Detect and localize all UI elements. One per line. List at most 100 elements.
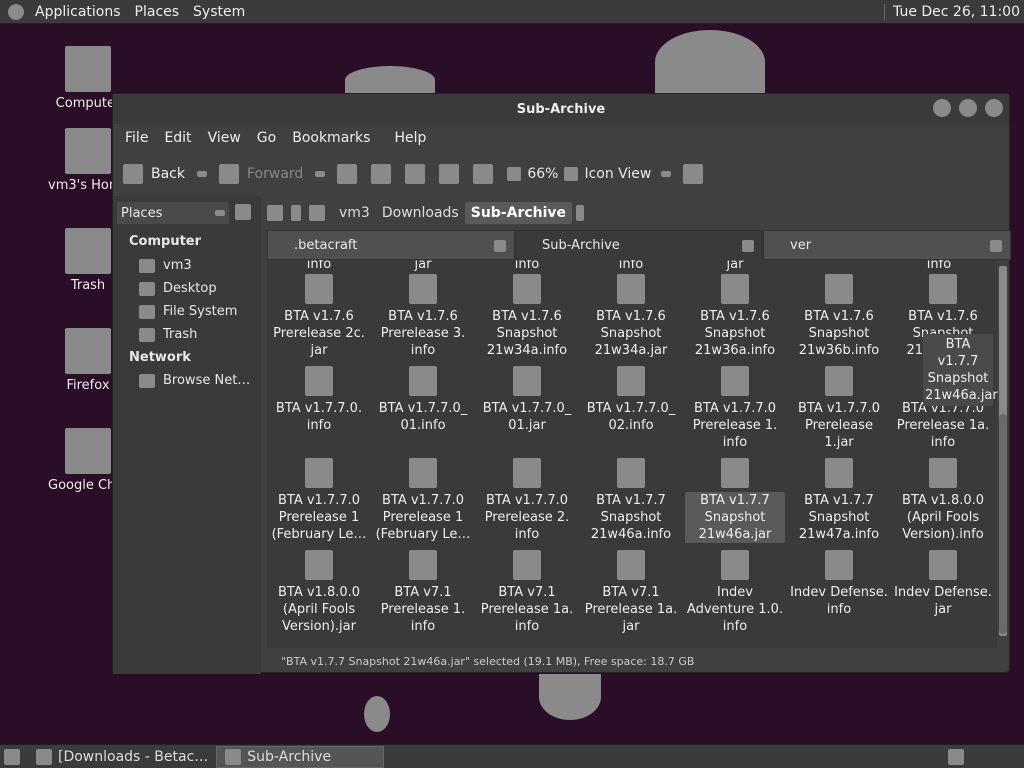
close-tab-icon[interactable]: [990, 240, 1002, 252]
text-file-icon: [617, 366, 645, 396]
breadcrumb-sub-archive[interactable]: Sub-Archive: [464, 202, 573, 224]
file-item[interactable]: Indev Defense. info: [789, 550, 889, 618]
clock[interactable]: Tue Dec 26, 11:00: [893, 4, 1024, 20]
breadcrumb-downloads[interactable]: Downloads: [376, 202, 465, 224]
file-item[interactable]: BTA v1.7.6 Prerelease 2c. jar: [269, 274, 369, 359]
home-icon[interactable]: [439, 164, 460, 184]
file-item[interactable]: Indev Defense. jar: [893, 550, 993, 618]
maximize-icon[interactable]: [959, 99, 977, 117]
file-item[interactable]: BTA v1.7.6 Snapshot 21w34a.info: [477, 274, 577, 359]
file-item[interactable]: BTA v1.7.7.0_ 01.jar: [477, 366, 577, 434]
text-file-icon: [409, 274, 437, 304]
places-dropdown[interactable]: Places: [117, 202, 229, 224]
file-item[interactable]: BTA v7.1 Prerelease 1. info: [373, 550, 473, 635]
zoom-out-icon[interactable]: [507, 167, 522, 181]
menu-go[interactable]: Go: [249, 130, 284, 146]
workspace-switcher-icon[interactable]: [948, 748, 964, 765]
back-arrow-icon[interactable]: [123, 164, 143, 184]
jar-archive-icon: [617, 274, 645, 304]
taskbar-item-sub-archive[interactable]: Sub-Archive: [216, 745, 385, 768]
file-item[interactable]: BTA v1.7.7.0. info: [269, 366, 369, 434]
edit-location-icon[interactable]: [267, 205, 283, 221]
scrollbar-thumb[interactable]: [999, 414, 1007, 634]
partial-file-label: jar: [726, 260, 744, 272]
chevron-right-icon[interactable]: [576, 205, 585, 221]
file-icon-grid: info jar info info jar info BTA v1.7.6 P…: [267, 260, 997, 648]
distro-logo-icon[interactable]: [8, 3, 24, 20]
tab-betacraft[interactable]: .betacraft: [267, 230, 515, 260]
menu-applications[interactable]: Applications: [28, 4, 128, 20]
file-item[interactable]: BTA v1.7.7.0 Prerelease 1 (February Le…: [269, 458, 369, 543]
file-item[interactable]: BTA v1.7.7.0 Prerelease 1 (February Le…: [373, 458, 473, 543]
tab-ver[interactable]: ver: [763, 230, 1011, 260]
file-item[interactable]: BTA v1.7.7.0 Prerelease 1.jar: [789, 366, 889, 451]
back-button[interactable]: Back: [151, 166, 185, 182]
close-tab-icon[interactable]: [742, 240, 754, 252]
chevron-left-icon[interactable]: [291, 205, 301, 221]
menu-system[interactable]: System: [186, 4, 252, 20]
up-arrow-icon[interactable]: [337, 164, 358, 184]
wallpaper-decoration: [655, 30, 765, 94]
text-file-icon: [929, 458, 957, 488]
reload-icon[interactable]: [405, 164, 426, 184]
wallpaper-decoration: [539, 674, 601, 720]
search-icon[interactable]: [683, 164, 704, 184]
menu-view[interactable]: View: [200, 130, 249, 146]
window-titlebar[interactable]: Sub-Archive: [113, 94, 1009, 124]
tab-sub-archive[interactable]: Sub-Archive: [515, 230, 763, 260]
show-desktop-icon[interactable]: [4, 748, 20, 765]
chevron-down-icon[interactable]: [197, 171, 207, 177]
menu-bookmarks[interactable]: Bookmarks: [284, 130, 378, 146]
file-name: Indev Defense. info: [790, 585, 888, 617]
home-folder-icon: [139, 258, 155, 273]
menu-edit[interactable]: Edit: [156, 130, 199, 146]
sidebar-item-browse-network[interactable]: Browse Net…: [139, 373, 250, 388]
computer-icon[interactable]: [473, 164, 494, 184]
menu-places[interactable]: Places: [128, 4, 187, 20]
file-name: BTA v1.7.7 Snapshot 21w47a.info: [798, 493, 880, 542]
text-file-icon: [513, 550, 541, 580]
menu-file[interactable]: File: [117, 130, 156, 146]
file-item[interactable]: BTA v1.7.6 Snapshot 21w36b.info: [789, 274, 889, 359]
file-item[interactable]: BTA v1.7.7 Snapshot 21w46a.jar: [685, 458, 785, 543]
text-file-icon: [305, 366, 333, 396]
jar-archive-icon: [721, 458, 749, 488]
file-item[interactable]: BTA v1.7.7.0_ 01.info: [373, 366, 473, 434]
status-bar: "BTA v1.7.7 Snapshot 21w46a.jar" selecte…: [281, 654, 695, 668]
sidebar-item-trash[interactable]: Trash: [139, 327, 197, 342]
sidebar-item-label: vm3: [163, 258, 192, 273]
file-item[interactable]: BTA v1.7.7.0_ 02.info: [581, 366, 681, 434]
chevron-down-icon: [215, 210, 225, 216]
file-item[interactable]: BTA v1.7.7 Snapshot 21w47a.info: [789, 458, 889, 543]
file-item[interactable]: BTA v1.7.6 Prerelease 3. info: [373, 274, 473, 359]
close-sidebar-icon[interactable]: [235, 204, 251, 220]
file-item[interactable]: BTA v7.1 Prerelease 1a. jar: [581, 550, 681, 635]
file-item[interactable]: BTA v1.8.0.0 (April Fools Version).info: [893, 458, 993, 543]
breadcrumb-vm3[interactable]: vm3: [333, 202, 376, 224]
view-mode-select[interactable]: Icon View: [584, 166, 651, 182]
file-item[interactable]: BTA v1.7.6 Snapshot 21w36a.info: [685, 274, 785, 359]
zoom-in-icon[interactable]: [564, 167, 579, 181]
file-item[interactable]: Indev Adventure 1.0. info: [685, 550, 785, 635]
file-item[interactable]: BTA v1.7.7.0 Prerelease 1. info: [685, 366, 785, 451]
file-item[interactable]: BTA v1.8.0.0 (April Fools Version).jar: [269, 550, 369, 635]
file-name: BTA v1.7.6 Snapshot 21w36a.info: [694, 309, 776, 358]
stop-icon[interactable]: [371, 164, 392, 184]
close-icon[interactable]: [985, 99, 1003, 117]
file-item[interactable]: BTA v1.7.7 Snapshot 21w46a.info: [581, 458, 681, 543]
sidebar-item-vm3[interactable]: vm3: [139, 258, 192, 273]
close-tab-icon[interactable]: [494, 240, 506, 252]
sidebar-item-filesystem[interactable]: File System: [139, 304, 237, 319]
minimize-icon[interactable]: [933, 99, 951, 117]
chevron-down-icon[interactable]: [661, 171, 672, 177]
menu-help[interactable]: Help: [386, 130, 434, 146]
chrome-icon: [65, 428, 111, 474]
window-title: Sub-Archive: [516, 101, 606, 117]
home-folder-icon: [65, 128, 111, 174]
file-item[interactable]: BTA v1.7.7.0 Prerelease 2. info: [477, 458, 577, 543]
file-item[interactable]: BTA v7.1 Prerelease 1a. info: [477, 550, 577, 635]
file-item[interactable]: BTA v1.7.6 Snapshot 21w34a.jar: [581, 274, 681, 359]
sidebar-item-desktop[interactable]: Desktop: [139, 281, 217, 296]
taskbar-item-downloads[interactable]: [Downloads - Betac…: [28, 746, 216, 768]
file-name: BTA v1.7.7.0 Prerelease 1. info: [692, 401, 778, 450]
